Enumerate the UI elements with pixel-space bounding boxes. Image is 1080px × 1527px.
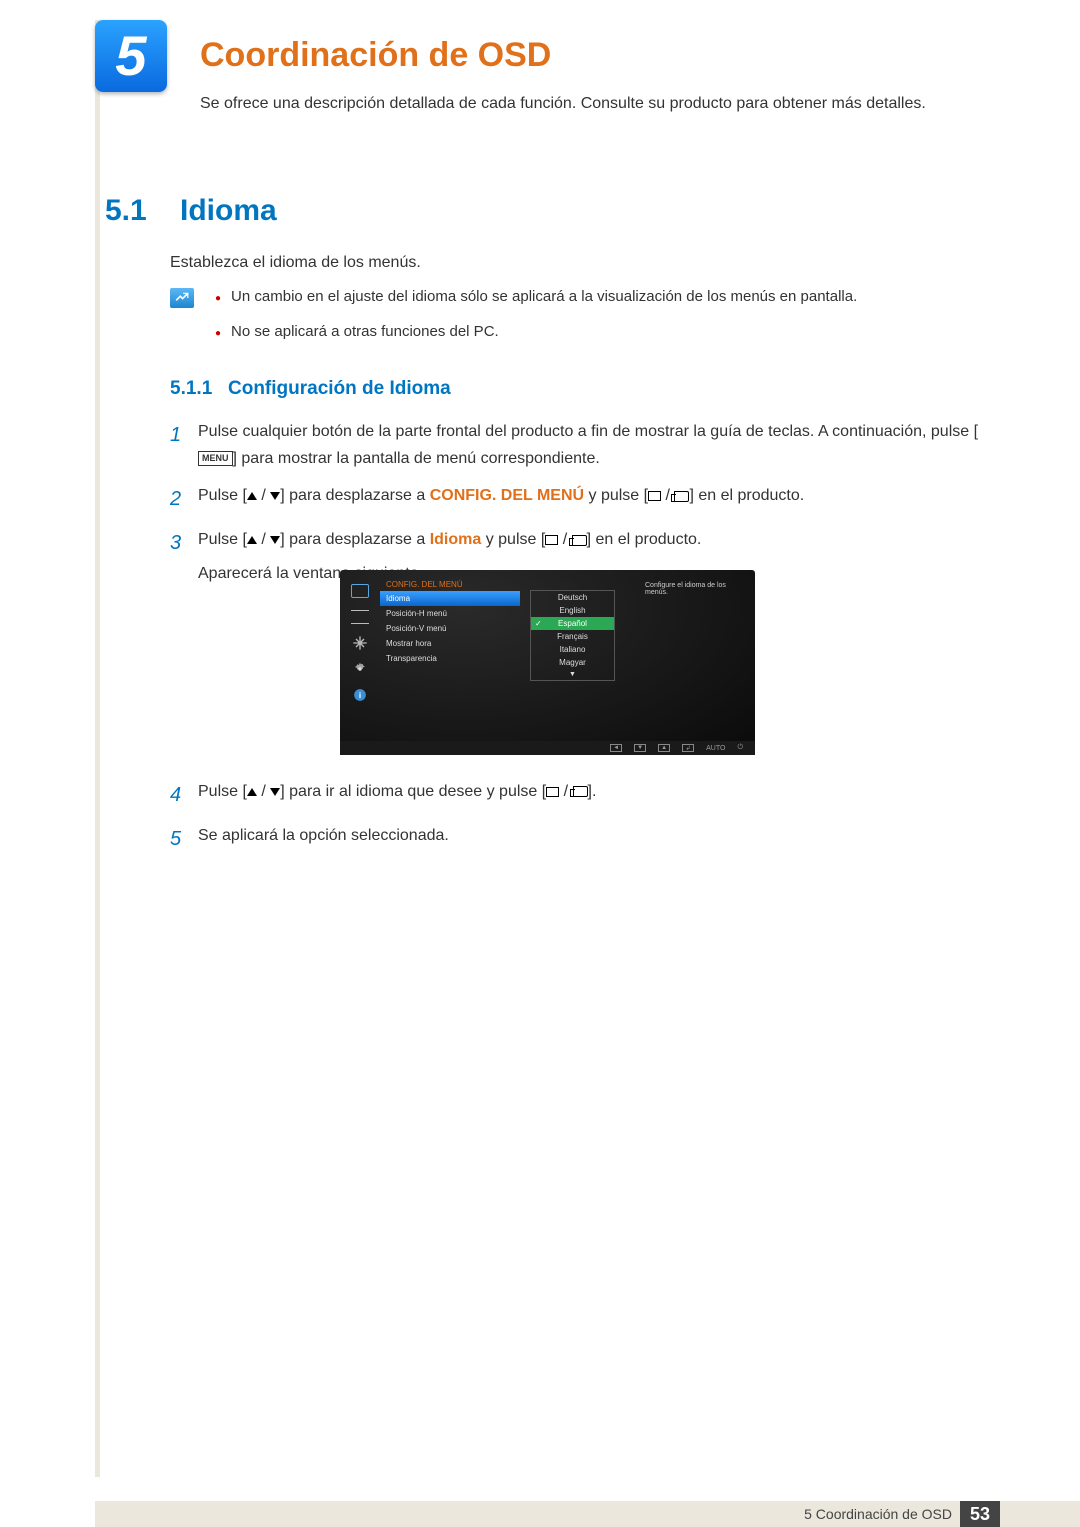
osd-lang-scroll-icon: ▼ xyxy=(531,669,614,680)
triangle-down-icon xyxy=(270,788,280,796)
section-number: 5.1 xyxy=(105,194,147,228)
osd-color-icon xyxy=(351,610,369,624)
step-number: 2 xyxy=(170,482,198,516)
menu-button-icon: MENU xyxy=(198,451,233,466)
step-number: 4 xyxy=(170,778,198,812)
osd-lang-item: Français xyxy=(531,630,614,643)
osd-bar-left-icon: ◄ xyxy=(610,744,622,752)
source-icon xyxy=(546,787,559,797)
chapter-number-badge: 5 xyxy=(95,20,167,92)
osd-lang-item: Italiano xyxy=(531,643,614,656)
note-icon xyxy=(170,288,194,308)
osd-setup-icon xyxy=(351,662,369,676)
osd-menu-item: Mostrar hora xyxy=(380,636,520,651)
osd-bar-auto-label: AUTO xyxy=(706,745,725,752)
left-stripe xyxy=(95,20,100,1477)
osd-menu-title: CONFIG. DEL MENÚ xyxy=(380,578,520,591)
svg-text:i: i xyxy=(359,691,361,700)
step-5-text: Se aplicará la opción seleccionada. xyxy=(198,822,995,856)
bullet-dot-icon: ● xyxy=(215,291,221,309)
osd-lang-item: Deutsch xyxy=(531,591,614,604)
osd-menu-item: Posición-H menú xyxy=(380,606,520,621)
triangle-down-icon xyxy=(270,492,280,500)
section-description: Establezca el idioma de los menús. xyxy=(170,254,421,272)
subsection-title: Configuración de Idioma xyxy=(228,378,451,400)
osd-hint-text: Configure el idioma de los menús. xyxy=(645,582,745,596)
triangle-up-icon xyxy=(247,536,257,544)
subsection-number: 5.1.1 xyxy=(170,378,212,400)
osd-menu-item: Idioma xyxy=(380,591,520,606)
osd-info-icon: i xyxy=(351,688,369,702)
osd-bar-up-icon: ▲ xyxy=(658,744,670,752)
step-number: 3 xyxy=(170,526,198,586)
osd-screenshot: i CONFIG. DEL MENÚ Idioma Posición-H men… xyxy=(340,570,755,755)
osd-picture-icon xyxy=(351,584,369,598)
osd-bar-enter-icon: ↲ xyxy=(682,744,694,752)
osd-lang-item: Magyar xyxy=(531,656,614,669)
step-number: 1 xyxy=(170,418,198,472)
source-icon xyxy=(545,535,558,545)
osd-menu-item: Posición-V menú xyxy=(380,621,520,636)
footer-page-number: 53 xyxy=(960,1501,1000,1527)
step-2-text: Pulse [ / ] para desplazarse a CONFIG. D… xyxy=(198,482,995,516)
osd-bar-power-icon: ⏻ xyxy=(737,744,743,752)
chapter-title: Coordinación de OSD xyxy=(200,36,551,75)
enter-icon xyxy=(572,535,587,546)
osd-menu-item: Transparencia xyxy=(380,651,520,666)
osd-bar-down-icon: ▼ xyxy=(634,744,646,752)
bullet-dot-icon: ● xyxy=(215,326,221,344)
note-bullets: ● Un cambio en el ajuste del idioma sólo … xyxy=(215,286,995,355)
triangle-down-icon xyxy=(270,536,280,544)
osd-lang-item-selected: Español xyxy=(531,617,614,630)
triangle-up-icon xyxy=(247,492,257,500)
osd-lang-item: English xyxy=(531,604,614,617)
steps-list-continued: 4 Pulse [ / ] para ir al idioma que dese… xyxy=(170,778,995,866)
chapter-description: Se ofrece una descripción detallada de c… xyxy=(200,92,995,116)
step-number: 5 xyxy=(170,822,198,856)
note-bullet-2: No se aplicará a otras funciones del PC. xyxy=(231,321,499,344)
page-footer: 5 Coordinación de OSD 53 xyxy=(95,1501,1080,1527)
note-bullet-1: Un cambio en el ajuste del idioma sólo s… xyxy=(231,286,857,309)
source-icon xyxy=(648,491,661,501)
footer-chapter-label: 5 Coordinación de OSD xyxy=(804,1506,952,1522)
enter-icon xyxy=(573,786,588,797)
enter-icon xyxy=(674,491,689,502)
osd-size-icon xyxy=(351,636,369,650)
section-title: Idioma xyxy=(180,194,277,228)
triangle-up-icon xyxy=(247,788,257,796)
step-4-text: Pulse [ / ] para ir al idioma que desee … xyxy=(198,778,995,812)
step-1-text: Pulse cualquier botón de la parte fronta… xyxy=(198,418,995,472)
